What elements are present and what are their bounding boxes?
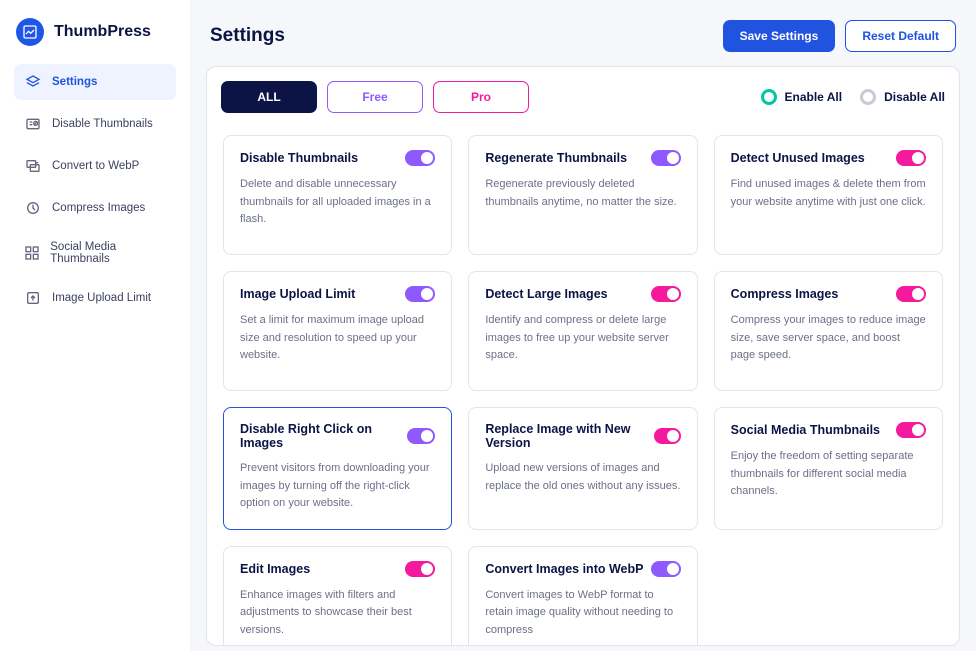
card-desc: Identify and compress or delete large im… — [485, 312, 680, 365]
feature-card-edit-images[interactable]: Edit Images Enhance images with filters a… — [223, 546, 452, 646]
sidebar-nav: Settings Disable Thumbnails Convert to Web… — [14, 64, 176, 316]
feature-card-disable-right-click-on-images[interactable]: Disable Right Click on Images Prevent vis… — [223, 407, 452, 530]
radio-ring-icon — [761, 89, 777, 105]
feature-toggle[interactable] — [405, 150, 435, 166]
enable-all-group: Enable All Disable All — [761, 89, 946, 105]
layers-icon — [24, 73, 42, 91]
card-title: Replace Image with New Version — [485, 422, 654, 450]
feature-card-regenerate-thumbnails[interactable]: Regenerate Thumbnails Regenerate previous… — [468, 135, 697, 255]
feature-card-image-upload-limit[interactable]: Image Upload Limit Set a limit for maximu… — [223, 271, 452, 391]
brand-name: ThumbPress — [54, 23, 151, 41]
feature-toggle[interactable] — [896, 286, 926, 302]
card-title: Convert Images into WebP — [485, 562, 643, 576]
card-head: Image Upload Limit — [240, 286, 435, 302]
sidebar-item-image-upload-limit[interactable]: Image Upload Limit — [14, 280, 176, 316]
save-settings-button[interactable]: Save Settings — [723, 20, 836, 52]
social-thumbnails-icon — [24, 244, 40, 262]
feature-toggle[interactable] — [405, 561, 435, 577]
sidebar-item-disable-thumbnails[interactable]: Disable Thumbnails — [14, 106, 176, 142]
feature-toggle[interactable] — [651, 286, 681, 302]
page-title: Settings — [210, 25, 285, 47]
header: Settings Save Settings Reset Default — [210, 20, 956, 52]
header-actions: Save Settings Reset Default — [723, 20, 956, 52]
sidebar-item-label: Convert to WebP — [52, 160, 139, 172]
tab-free[interactable]: Free — [327, 81, 423, 113]
feature-card-disable-thumbnails[interactable]: Disable Thumbnails Delete and disable unn… — [223, 135, 452, 255]
card-title: Image Upload Limit — [240, 287, 355, 301]
feature-toggle[interactable] — [896, 422, 926, 438]
card-head: Replace Image with New Version — [485, 422, 680, 450]
tab-pro[interactable]: Pro — [433, 81, 529, 113]
main: Settings Save Settings Reset Default ALL… — [190, 0, 976, 651]
card-title: Disable Right Click on Images — [240, 422, 407, 450]
card-head: Detect Unused Images — [731, 150, 926, 166]
feature-toggle[interactable] — [651, 561, 681, 577]
brand-logo — [16, 18, 44, 46]
feature-card-replace-image-with-new-version[interactable]: Replace Image with New Version Upload new… — [468, 407, 697, 530]
compress-icon — [24, 199, 42, 217]
convert-webp-icon — [24, 157, 42, 175]
brand: ThumbPress — [16, 18, 174, 46]
sidebar-item-social-media-thumbnails[interactable]: Social Media Thumbnails — [14, 232, 176, 274]
card-title: Compress Images — [731, 287, 839, 301]
disable-all-label: Disable All — [884, 90, 945, 104]
card-head: Disable Right Click on Images — [240, 422, 435, 450]
sidebar-item-convert-to-webp[interactable]: Convert to WebP — [14, 148, 176, 184]
card-title: Social Media Thumbnails — [731, 423, 880, 437]
disable-thumbnails-icon — [24, 115, 42, 133]
card-desc: Prevent visitors from downloading your i… — [240, 460, 435, 513]
card-title: Detect Large Images — [485, 287, 607, 301]
card-title: Regenerate Thumbnails — [485, 151, 627, 165]
feature-card-convert-images-into-webp[interactable]: Convert Images into WebP Convert images t… — [468, 546, 697, 646]
feature-card-social-media-thumbnails[interactable]: Social Media Thumbnails Enjoy the freedom… — [714, 407, 943, 530]
thumbpress-logo-icon — [22, 24, 38, 40]
feature-card-compress-images[interactable]: Compress Images Compress your images to r… — [714, 271, 943, 391]
feature-toggle[interactable] — [896, 150, 926, 166]
card-head: Compress Images — [731, 286, 926, 302]
card-desc: Delete and disable unnecessary thumbnail… — [240, 176, 435, 229]
card-desc: Set a limit for maximum image upload siz… — [240, 312, 435, 365]
card-head: Convert Images into WebP — [485, 561, 680, 577]
sidebar-item-label: Disable Thumbnails — [52, 118, 153, 130]
radio-ring-icon — [860, 89, 876, 105]
feature-card-detect-large-images[interactable]: Detect Large Images Identify and compress… — [468, 271, 697, 391]
card-desc: Enjoy the freedom of setting separate th… — [731, 448, 926, 501]
feature-toggle[interactable] — [654, 428, 680, 444]
sidebar-item-label: Compress Images — [52, 202, 145, 214]
reset-default-button[interactable]: Reset Default — [845, 20, 956, 52]
card-head: Disable Thumbnails — [240, 150, 435, 166]
sidebar-item-label: Image Upload Limit — [52, 292, 151, 304]
card-title: Edit Images — [240, 562, 310, 576]
card-head: Edit Images — [240, 561, 435, 577]
card-desc: Upload new versions of images and replac… — [485, 460, 680, 495]
sidebar-item-label: Settings — [52, 76, 97, 88]
sidebar-item-label: Social Media Thumbnails — [50, 241, 166, 265]
feature-toggle[interactable] — [407, 428, 435, 444]
upload-limit-icon — [24, 289, 42, 307]
settings-panel: ALL Free Pro Enable All Disable All Disa… — [206, 66, 960, 646]
card-title: Detect Unused Images — [731, 151, 865, 165]
feature-toggle[interactable] — [651, 150, 681, 166]
tab-all[interactable]: ALL — [221, 81, 317, 113]
enable-all-option[interactable]: Enable All — [761, 89, 843, 105]
card-desc: Compress your images to reduce image siz… — [731, 312, 926, 365]
disable-all-option[interactable]: Disable All — [860, 89, 945, 105]
card-desc: Convert images to WebP format to retain … — [485, 587, 680, 640]
filter-tabs: ALL Free Pro — [221, 81, 529, 113]
card-desc: Find unused images & delete them from yo… — [731, 176, 926, 211]
filter-row: ALL Free Pro Enable All Disable All — [221, 81, 945, 113]
sidebar-item-compress-images[interactable]: Compress Images — [14, 190, 176, 226]
settings-grid: Disable Thumbnails Delete and disable unn… — [221, 135, 945, 646]
feature-toggle[interactable] — [405, 286, 435, 302]
card-desc: Enhance images with filters and adjustme… — [240, 587, 435, 640]
sidebar-item-settings[interactable]: Settings — [14, 64, 176, 100]
enable-all-label: Enable All — [785, 90, 843, 104]
feature-card-detect-unused-images[interactable]: Detect Unused Images Find unused images &… — [714, 135, 943, 255]
card-head: Regenerate Thumbnails — [485, 150, 680, 166]
card-title: Disable Thumbnails — [240, 151, 358, 165]
card-head: Social Media Thumbnails — [731, 422, 926, 438]
sidebar: ThumbPress Settings Disable Thumbnails Con… — [0, 0, 190, 651]
card-desc: Regenerate previously deleted thumbnails… — [485, 176, 680, 211]
card-head: Detect Large Images — [485, 286, 680, 302]
